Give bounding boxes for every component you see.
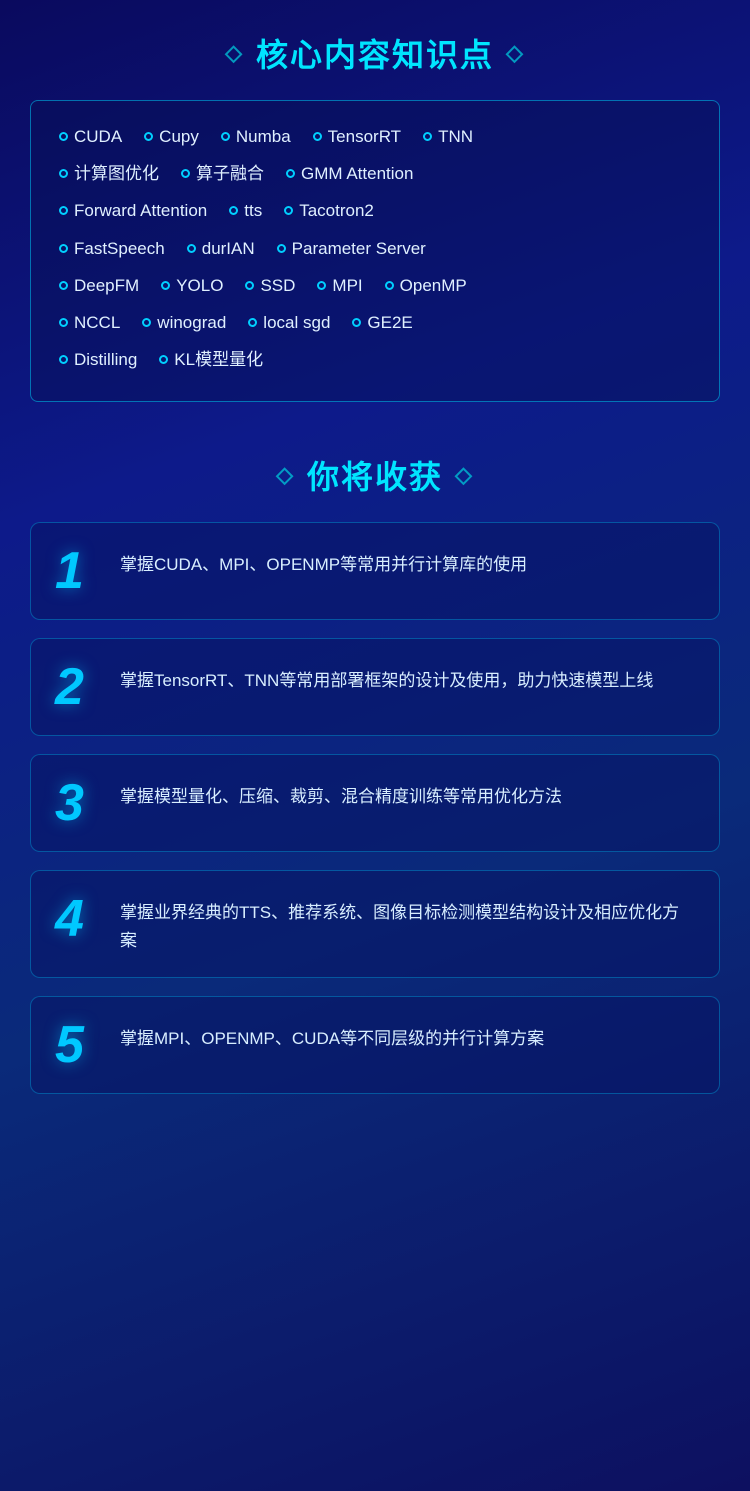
keywords-row-6: NCCL winograd local sgd GE2E bbox=[59, 309, 691, 336]
benefit-card-1: 1 掌握CUDA、MPI、OPENMP等常用并行计算库的使用 bbox=[30, 522, 720, 620]
kw-fwdattn: Forward Attention bbox=[59, 197, 207, 224]
kw-dot bbox=[286, 169, 295, 178]
kw-dot bbox=[59, 206, 68, 215]
benefit-number-4: 4 bbox=[55, 893, 100, 945]
benefit-card-2: 2 掌握TensorRT、TNN等常用部署框架的设计及使用，助力快速模型上线 bbox=[30, 638, 720, 736]
kw-cupy: Cupy bbox=[144, 123, 199, 150]
benefit-card-5: 5 掌握MPI、OPENMP、CUDA等不同层级的并行计算方案 bbox=[30, 996, 720, 1094]
kw-mpi: MPI bbox=[317, 272, 362, 299]
kw-dot bbox=[59, 244, 68, 253]
kw-dot bbox=[59, 132, 68, 141]
kw-tensorrt: TensorRT bbox=[313, 123, 401, 150]
kw-ssd: SSD bbox=[245, 272, 295, 299]
kw-dot bbox=[59, 355, 68, 364]
benefit-text-1: 掌握CUDA、MPI、OPENMP等常用并行计算库的使用 bbox=[120, 545, 527, 579]
kw-gmm: GMM Attention bbox=[286, 160, 413, 187]
deco-right-2: ◇ bbox=[455, 462, 474, 488]
kw-dot bbox=[59, 281, 68, 290]
benefit-number-2: 2 bbox=[55, 661, 100, 713]
kw-distilling: Distilling bbox=[59, 346, 137, 373]
kw-dot bbox=[313, 132, 322, 141]
section1-title-text: 核心内容知识点 bbox=[256, 30, 494, 76]
benefit-text-3: 掌握模型量化、压缩、裁剪、混合精度训练等常用优化方法 bbox=[120, 777, 562, 811]
benefit-number-5: 5 bbox=[55, 1019, 100, 1071]
kw-dot bbox=[159, 355, 168, 364]
keywords-row-2: 计算图优化 算子融合 GMM Attention bbox=[59, 160, 691, 187]
deco-left-1: ◇ bbox=[225, 40, 244, 66]
kw-winograd: winograd bbox=[142, 309, 226, 336]
kw-numba: Numba bbox=[221, 123, 291, 150]
kw-dot bbox=[248, 318, 257, 327]
benefit-text-2: 掌握TensorRT、TNN等常用部署框架的设计及使用，助力快速模型上线 bbox=[120, 661, 653, 695]
kw-ge2e: GE2E bbox=[352, 309, 412, 336]
section1-title: ◇ 核心内容知识点 ◇ bbox=[30, 30, 720, 76]
kw-dot bbox=[317, 281, 326, 290]
kw-dot bbox=[352, 318, 361, 327]
kw-tts: tts bbox=[229, 197, 262, 224]
keywords-row-7: Distilling KL模型量化 bbox=[59, 346, 691, 373]
kw-dot bbox=[221, 132, 230, 141]
benefit-text-5: 掌握MPI、OPENMP、CUDA等不同层级的并行计算方案 bbox=[120, 1019, 544, 1053]
kw-dot bbox=[423, 132, 432, 141]
kw-kl: KL模型量化 bbox=[159, 346, 263, 373]
kw-paramserver: Parameter Server bbox=[277, 235, 426, 262]
kw-dot bbox=[142, 318, 151, 327]
benefit-number-1: 1 bbox=[55, 545, 100, 597]
kw-dot bbox=[144, 132, 153, 141]
keywords-box: CUDA Cupy Numba TensorRT TNN 计算图优化 算子融合 … bbox=[30, 100, 720, 402]
kw-fuse: 算子融合 bbox=[181, 160, 264, 187]
kw-dot bbox=[59, 169, 68, 178]
kw-yolo: YOLO bbox=[161, 272, 223, 299]
kw-dot bbox=[277, 244, 286, 253]
kw-tnn: TNN bbox=[423, 123, 473, 150]
kw-fastspeech: FastSpeech bbox=[59, 235, 165, 262]
kw-dot bbox=[385, 281, 394, 290]
benefit-number-3: 3 bbox=[55, 777, 100, 829]
benefit-text-4: 掌握业界经典的TTS、推荐系统、图像目标检测模型结构设计及相应优化方案 bbox=[120, 893, 695, 955]
keywords-row-1: CUDA Cupy Numba TensorRT TNN bbox=[59, 123, 691, 150]
kw-cuda: CUDA bbox=[59, 123, 122, 150]
kw-localsgd: local sgd bbox=[248, 309, 330, 336]
kw-dot bbox=[59, 318, 68, 327]
kw-tacotron2: Tacotron2 bbox=[284, 197, 374, 224]
kw-dot bbox=[284, 206, 293, 215]
keywords-row-3: Forward Attention tts Tacotron2 bbox=[59, 197, 691, 224]
kw-dot bbox=[187, 244, 196, 253]
section2-title-text: 你将收获 bbox=[307, 452, 443, 498]
section2-title: ◇ 你将收获 ◇ bbox=[30, 452, 720, 498]
kw-openmp: OpenMP bbox=[385, 272, 467, 299]
kw-dot bbox=[161, 281, 170, 290]
deco-left-2: ◇ bbox=[276, 462, 295, 488]
kw-deepfm: DeepFM bbox=[59, 272, 139, 299]
kw-nccl: NCCL bbox=[59, 309, 120, 336]
benefit-card-4: 4 掌握业界经典的TTS、推荐系统、图像目标检测模型结构设计及相应优化方案 bbox=[30, 870, 720, 978]
benefits-section: 1 掌握CUDA、MPI、OPENMP等常用并行计算库的使用 2 掌握Tenso… bbox=[30, 522, 720, 1094]
kw-dot bbox=[181, 169, 190, 178]
kw-dot bbox=[229, 206, 238, 215]
deco-right-1: ◇ bbox=[506, 40, 525, 66]
benefit-card-3: 3 掌握模型量化、压缩、裁剪、混合精度训练等常用优化方法 bbox=[30, 754, 720, 852]
keywords-row-4: FastSpeech durIAN Parameter Server bbox=[59, 235, 691, 262]
kw-durian: durIAN bbox=[187, 235, 255, 262]
keywords-row-5: DeepFM YOLO SSD MPI OpenMP bbox=[59, 272, 691, 299]
kw-dot bbox=[245, 281, 254, 290]
kw-calctree: 计算图优化 bbox=[59, 160, 159, 187]
